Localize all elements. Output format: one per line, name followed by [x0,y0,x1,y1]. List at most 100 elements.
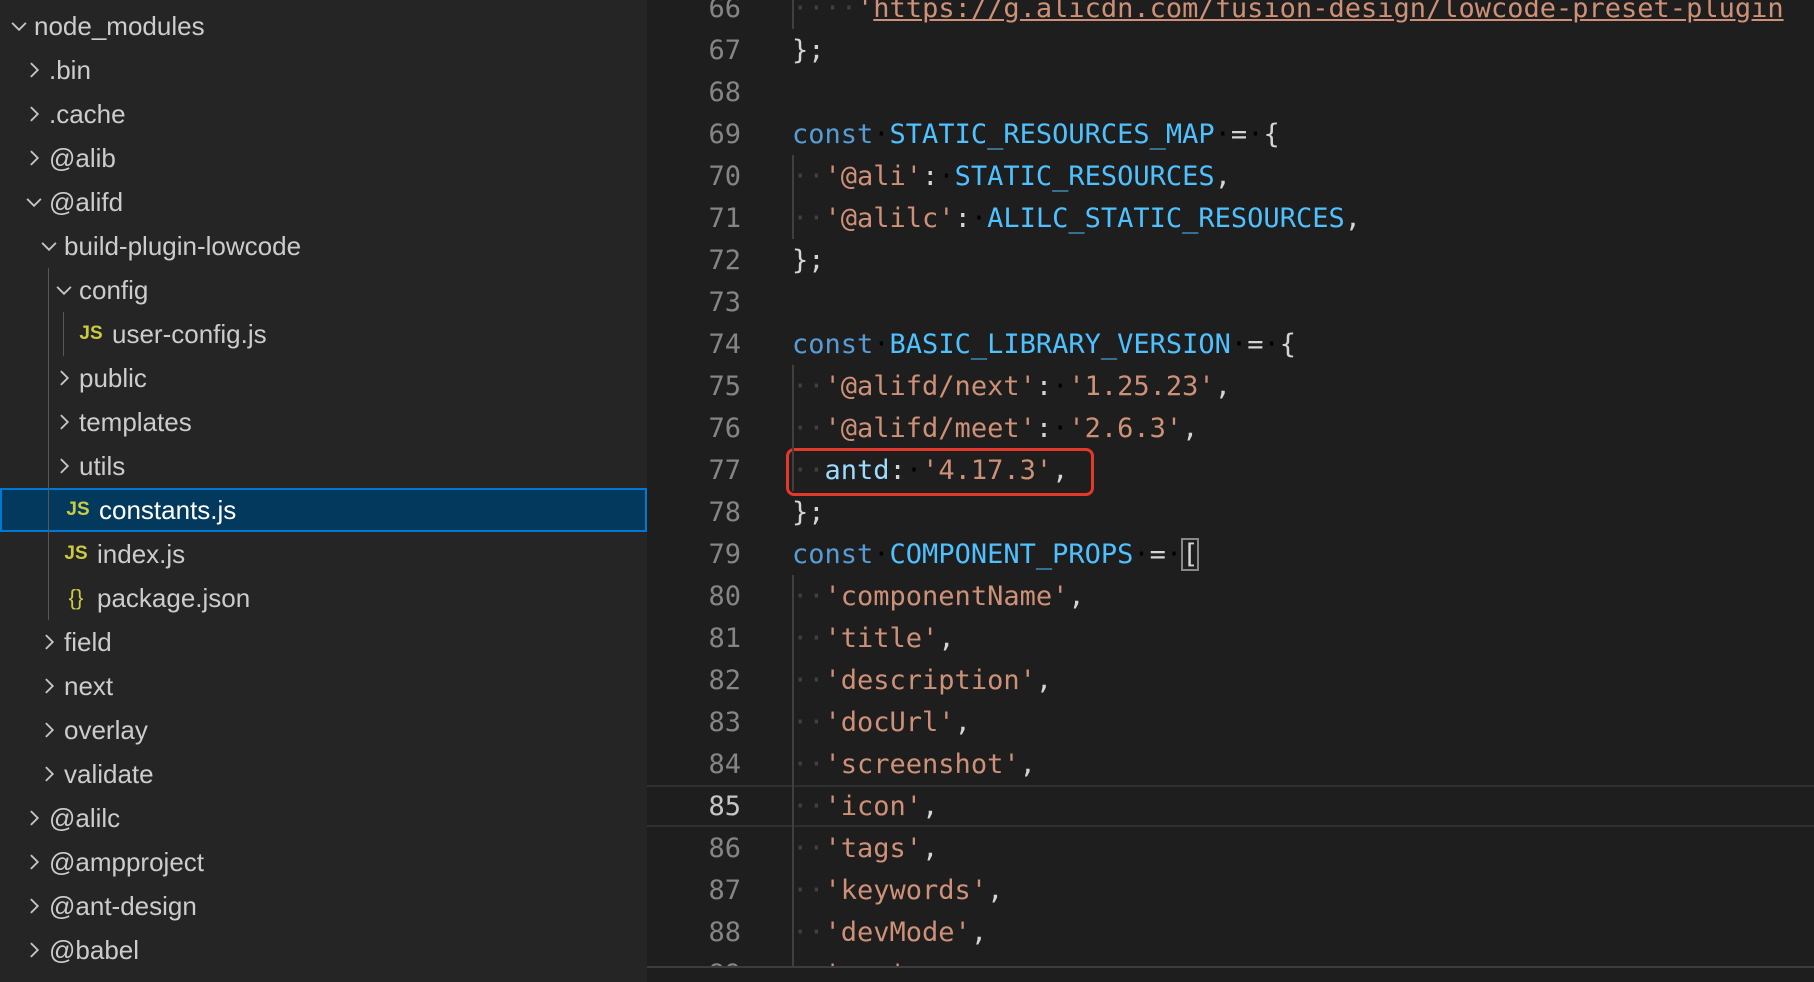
tree-item-label: validate [64,758,154,789]
code-token-punct: { [1279,328,1296,360]
code-line-84[interactable]: 84 ··'screenshot', [647,743,1814,785]
chevron-right-icon[interactable] [19,48,49,92]
tree-item-build-plugin-lowcode[interactable]: build-plugin-lowcode [0,224,647,268]
chevron-right-icon[interactable] [19,928,49,972]
code-line-66[interactable]: 66 ···· ' https://g.alicdn.com/fusion-desig… [647,0,1814,29]
tree-item-next[interactable]: next [0,664,647,708]
tree-item-index-js[interactable]: JS index.js [0,532,647,576]
code-token-punct: [ [1181,537,1200,571]
line-number: 68 [708,76,741,108]
tree-item-node-modules[interactable]: node_modules [0,4,647,48]
code-line-70[interactable]: 70 ·· '@ali': · STATIC_RESOURCES, [647,155,1814,197]
chevron-right-icon[interactable] [34,620,64,664]
code-line-79[interactable]: 79 const · COMPONENT_PROPS · = ·[ [647,533,1814,575]
code-token-punct: , [922,832,939,864]
tree-item-babel[interactable]: @babel [0,928,647,972]
code-content: ··'screenshot', [792,743,1036,785]
tree-item-templates[interactable]: templates [0,400,647,444]
code-token-const: STATIC_RESOURCES_MAP [889,118,1215,150]
horizontal-scrollbar[interactable] [647,966,1814,982]
code-token-string: 'title' [824,622,939,654]
chevron-down-icon[interactable] [19,180,49,224]
indent-whitespace: ···· [792,0,858,24]
code-line-87[interactable]: 87 ··'keywords', [647,869,1814,911]
indent-whitespace: ·· [792,874,825,906]
code-line-88[interactable]: 88 ··'devMode', [647,911,1814,953]
code-line-74[interactable]: 74 const · BASIC_LIBRARY_VERSION · = ·{ [647,323,1814,365]
code-content: ··'keywords', [792,869,1003,911]
code-token-punct: = [1247,328,1264,360]
code-token-string: 'tags' [824,832,923,864]
chevron-right-icon[interactable] [19,884,49,928]
tree-item-label: package.json [97,582,251,613]
code-line-89[interactable]: 89 ··'npm', [647,953,1814,967]
code-indent-guide [792,365,794,491]
tree-item-ampproject[interactable]: @ampproject [0,840,647,884]
chevron-right-icon[interactable] [34,664,64,708]
chevron-right-icon[interactable] [19,92,49,136]
tree-item-validate[interactable]: validate [0,752,647,796]
tree-item-bin[interactable]: .bin [0,48,647,92]
code-content: ··'title', [792,617,955,659]
chevron-down-icon[interactable] [49,268,79,312]
whitespace: · [1133,538,1150,570]
code-line-85[interactable]: 85 ··'icon', [647,785,1814,827]
code-line-80[interactable]: 80 ··'componentName', [647,575,1814,617]
code-line-69[interactable]: 69 const · STATIC_RESOURCES_MAP · = ·{ [647,113,1814,155]
json-file-icon: {} [68,585,84,610]
tree-item-public[interactable]: public [0,356,647,400]
chevron-right-icon[interactable] [19,840,49,884]
tree-item-ant-design[interactable]: @ant-design [0,884,647,928]
code-line-82[interactable]: 82 ··'description', [647,659,1814,701]
tree-item-overlay[interactable]: overlay [0,708,647,752]
code-line-81[interactable]: 81 ··'title', [647,617,1814,659]
line-number: 76 [708,412,741,444]
chevron-right-icon[interactable] [49,444,79,488]
chevron-right-icon[interactable] [19,796,49,840]
whitespace: · [938,160,955,192]
code-token-link: https://g.alicdn.com/fusion-design/lowco… [873,0,1784,24]
code-token-punct: = [1149,538,1166,570]
chevron-right-icon[interactable] [49,400,79,444]
chevron-right-icon[interactable] [34,708,64,752]
whitespace: · [873,118,890,150]
tree-item-alib[interactable]: @alib [0,136,647,180]
chevron-down-icon[interactable] [34,224,64,268]
tree-item-config[interactable]: config [0,268,647,312]
code-line-83[interactable]: 83 ··'docUrl', [647,701,1814,743]
code-line-67[interactable]: 67}; [647,29,1814,71]
code-line-76[interactable]: 76 ·· '@alifd/meet': · '2.6.3', [647,407,1814,449]
chevron-right-icon[interactable] [49,356,79,400]
indent-whitespace: ·· [792,832,825,864]
code-line-78[interactable]: 78}; [647,491,1814,533]
js-file-icon: JS [64,543,88,564]
code-content: ·· '@alifd/meet': · '2.6.3', [792,407,1198,449]
js-file-icon: JS [66,499,90,520]
tree-item-cache[interactable]: .cache [0,92,647,136]
chevron-right-icon[interactable] [34,752,64,796]
code-token-string: '@ali' [824,160,923,192]
code-editor[interactable]: 66 ···· ' https://g.alicdn.com/fusion-desig… [647,0,1814,966]
tree-item-utils[interactable]: utils [0,444,647,488]
code-line-71[interactable]: 71 ·· '@alilc': · ALILC_STATIC_RESOURCES, [647,197,1814,239]
code-line-86[interactable]: 86 ··'tags', [647,827,1814,869]
tree-item-alifd[interactable]: @alifd [0,180,647,224]
chevron-down-icon[interactable] [4,4,34,48]
code-token-keyword: const [792,328,874,360]
tree-item-field[interactable]: field [0,620,647,664]
code-line-75[interactable]: 75 ·· '@alifd/next': · '1.25.23', [647,365,1814,407]
whitespace: · [873,538,890,570]
tree-item-package-json[interactable]: {} package.json [0,576,647,620]
code-line-68[interactable]: 68 [647,71,1814,113]
tree-item-alilc[interactable]: @alilc [0,796,647,840]
tree-item-user-config-js[interactable]: JS user-config.js [0,312,647,356]
code-line-73[interactable]: 73 [647,281,1814,323]
tree-item-label: @ant-design [49,890,197,921]
code-content: ··'docUrl', [792,701,971,743]
line-number: 72 [708,244,741,276]
code-line-72[interactable]: 72}; [647,239,1814,281]
tree-item-constants-js[interactable]: JS constants.js [0,488,647,532]
code-content: }; [792,29,825,71]
chevron-right-icon[interactable] [19,136,49,180]
tree-item-label: @babel [49,934,140,965]
